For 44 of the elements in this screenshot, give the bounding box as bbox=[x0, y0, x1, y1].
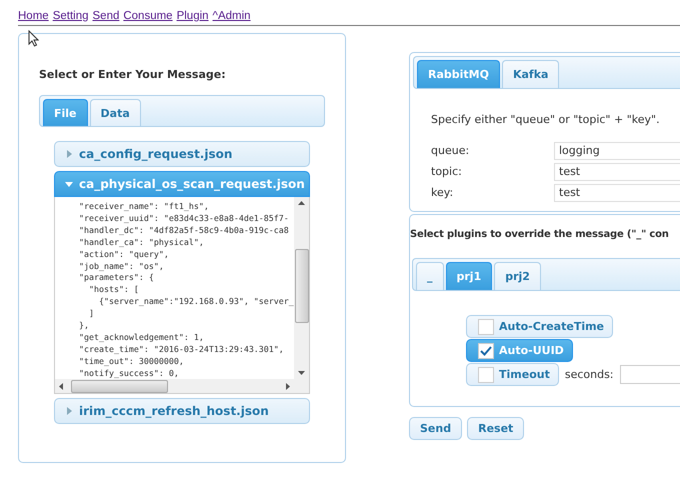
action-button[interactable]: Send bbox=[409, 417, 462, 440]
tab[interactable]: _ bbox=[416, 262, 444, 290]
nav-link[interactable]: Setting bbox=[52, 10, 88, 22]
caret-down-icon bbox=[65, 180, 73, 188]
tab[interactable]: Kafka bbox=[502, 60, 560, 88]
arrow-left-icon[interactable] bbox=[59, 382, 63, 390]
tab[interactable]: prj2 bbox=[494, 262, 541, 290]
arrow-right-icon[interactable] bbox=[286, 382, 290, 390]
caret-right-icon bbox=[65, 407, 73, 415]
action-button[interactable]: Reset bbox=[467, 417, 524, 440]
field-label: queue: bbox=[431, 144, 470, 157]
field-label: seconds: bbox=[564, 368, 614, 381]
tab[interactable]: File bbox=[43, 99, 88, 126]
arrow-up-icon[interactable] bbox=[298, 201, 305, 205]
json-editor[interactable]: "receiver_name": "ft1_hs", "receiver_uuid": "e83d4c33-e8a8-4de1-85f7- "handler_dc": "4df82a5f-58c9-4b0a-919c-ca8 "handler_ca": "physical", "action": "query", "job_name": "os", "parameters": { "hosts": [ {"server_name":"192.168.0.93", "server_ ] }, "get_acknowledgement": 1, "create_time": "2016-03-24T13:29:43.301", "time_out": 30000000, "notify_success": 0, bbox=[54, 197, 310, 394]
input-field[interactable] bbox=[620, 365, 680, 384]
tab[interactable]: prj1 bbox=[446, 262, 492, 290]
checkbox-button[interactable]: Timeout bbox=[466, 363, 559, 386]
checkmark-icon bbox=[480, 346, 492, 356]
hint-text: Specify either "queue" or "topic" + "key". bbox=[430, 112, 661, 128]
file-header[interactable]: ca_physical_os_scan_request.json bbox=[54, 171, 310, 197]
nav-link[interactable]: Send bbox=[92, 10, 120, 22]
input-field[interactable]: logging bbox=[554, 142, 680, 160]
input-field[interactable]: test bbox=[554, 184, 680, 202]
input-field[interactable]: test bbox=[554, 162, 680, 180]
checkbox-button[interactable]: Auto-UUID bbox=[466, 339, 573, 362]
mouse-pointer-icon bbox=[28, 30, 39, 47]
nav-link[interactable]: Plugin bbox=[176, 10, 209, 22]
file-header[interactable]: ca_config_request.json bbox=[54, 141, 310, 167]
checkbox-button[interactable]: Auto-CreateTime bbox=[466, 315, 614, 338]
tab[interactable]: Data bbox=[90, 99, 141, 126]
file-header[interactable]: irim_cccm_refresh_host.json bbox=[54, 398, 310, 424]
plugin-heading: Select plugins to override the message ("_" con bbox=[410, 228, 670, 242]
field-label: key: bbox=[431, 186, 454, 199]
message-heading: Select or Enter Your Message: bbox=[39, 68, 227, 81]
horizontal-scrollbar[interactable] bbox=[55, 379, 309, 393]
nav-link[interactable]: ^Admin bbox=[212, 10, 251, 22]
nav-link[interactable]: Home bbox=[18, 10, 49, 22]
caret-right-icon bbox=[65, 150, 73, 158]
vertical-scrollbar[interactable] bbox=[294, 197, 309, 379]
nav-link[interactable]: Consume bbox=[123, 10, 173, 22]
tab[interactable]: RabbitMQ bbox=[417, 60, 500, 88]
arrow-down-icon[interactable] bbox=[298, 371, 305, 375]
field-label: topic: bbox=[431, 165, 463, 178]
